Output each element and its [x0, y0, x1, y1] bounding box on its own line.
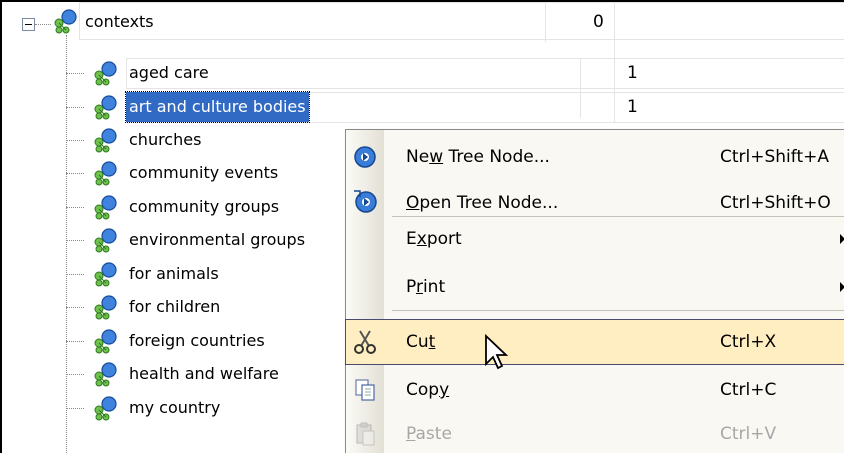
tree-connector: [66, 408, 84, 409]
scissors-icon: [354, 330, 376, 354]
menu-item-label: Print: [406, 277, 446, 297]
context-node-icon: [94, 195, 117, 220]
tree-connector: [66, 35, 67, 453]
tree-row-box: [126, 58, 844, 89]
menu-item-shortcut: Ctrl+V: [720, 424, 777, 444]
menu-item-label: New Tree Node...: [406, 147, 550, 167]
menu-item-label: Paste: [406, 424, 452, 444]
menu-item-paste[interactable]: Paste Ctrl+V: [346, 412, 844, 453]
menu-item-shortcut: Ctrl+C: [720, 380, 777, 400]
root-value: 0: [593, 12, 604, 32]
context-node-icon: [54, 9, 77, 34]
tree-connector: [66, 107, 84, 108]
tree-node-label[interactable]: for animals: [126, 259, 222, 289]
menu-item-label: Export: [406, 229, 462, 249]
root-row-box: [79, 2, 844, 40]
context-node-icon: [94, 329, 117, 354]
context-node-icon: [94, 161, 117, 186]
menu-item-new-tree-node[interactable]: New Tree Node... Ctrl+Shift+A: [346, 135, 844, 179]
menu-item-label: Copy: [406, 380, 450, 400]
tree-connector: [35, 24, 51, 25]
context-node-icon: [94, 295, 117, 320]
tree-connector: [66, 240, 84, 241]
submenu-arrow-icon: [840, 282, 844, 292]
tree-node-label[interactable]: community groups: [126, 192, 282, 222]
tree-node-label-contexts[interactable]: contexts: [82, 7, 157, 37]
tree-connector: [66, 274, 84, 275]
submenu-arrow-icon: [840, 234, 844, 244]
context-node-icon: [94, 362, 117, 387]
tree-node-label[interactable]: art and culture bodies: [125, 91, 310, 123]
context-node-icon: [94, 61, 117, 86]
tree-connector: [66, 207, 84, 208]
collapse-toggle[interactable]: [22, 18, 35, 31]
menu-item-shortcut: Ctrl+Shift+A: [720, 147, 830, 167]
menu-item-label: Cut: [406, 332, 436, 352]
tree-node-label[interactable]: aged care: [126, 58, 212, 88]
context-node-icon: [94, 262, 117, 287]
tree-connector: [66, 140, 84, 141]
tree-node-label[interactable]: community events: [126, 158, 281, 188]
context-node-icon: [94, 228, 117, 253]
tree-node-label[interactable]: for children: [126, 292, 223, 322]
tree-node-label[interactable]: environmental groups: [126, 225, 308, 255]
tree-node-label[interactable]: health and welfare: [126, 359, 282, 389]
tree-node-label[interactable]: my country: [126, 393, 223, 423]
copy-icon: [355, 379, 375, 401]
paste-icon: [356, 422, 375, 446]
menu-item-cut[interactable]: Cut Ctrl+X: [345, 319, 844, 365]
menu-item-shortcut: Ctrl+X: [720, 332, 777, 352]
menu-item-print[interactable]: Print: [346, 265, 844, 309]
open-tree-node-icon: [354, 190, 377, 213]
tree-connector: [66, 341, 84, 342]
new-tree-node-icon: [354, 146, 376, 168]
context-node-icon: [94, 396, 117, 421]
tree-connector: [66, 73, 84, 74]
tree-connector: [66, 173, 84, 174]
tree-node-value: 1: [627, 63, 638, 83]
tree-connector: [66, 307, 84, 308]
mouse-cursor-icon: [485, 334, 509, 370]
context-node-icon: [94, 128, 117, 153]
context-node-icon: [94, 95, 117, 120]
tree-list-view: contexts 0 aged care 1 art and culture bod…: [0, 0, 844, 453]
context-menu: New Tree Node... Ctrl+Shift+A Open Tree …: [345, 129, 844, 453]
tree-node-label[interactable]: churches: [126, 125, 204, 155]
menu-item-copy[interactable]: Copy Ctrl+C: [346, 368, 844, 412]
tree-connector: [66, 374, 84, 375]
menu-item-export[interactable]: Export: [346, 217, 844, 261]
menu-separator: [392, 310, 844, 311]
tree-node-value: 1: [627, 97, 638, 117]
tree-node-label[interactable]: foreign countries: [126, 326, 268, 356]
